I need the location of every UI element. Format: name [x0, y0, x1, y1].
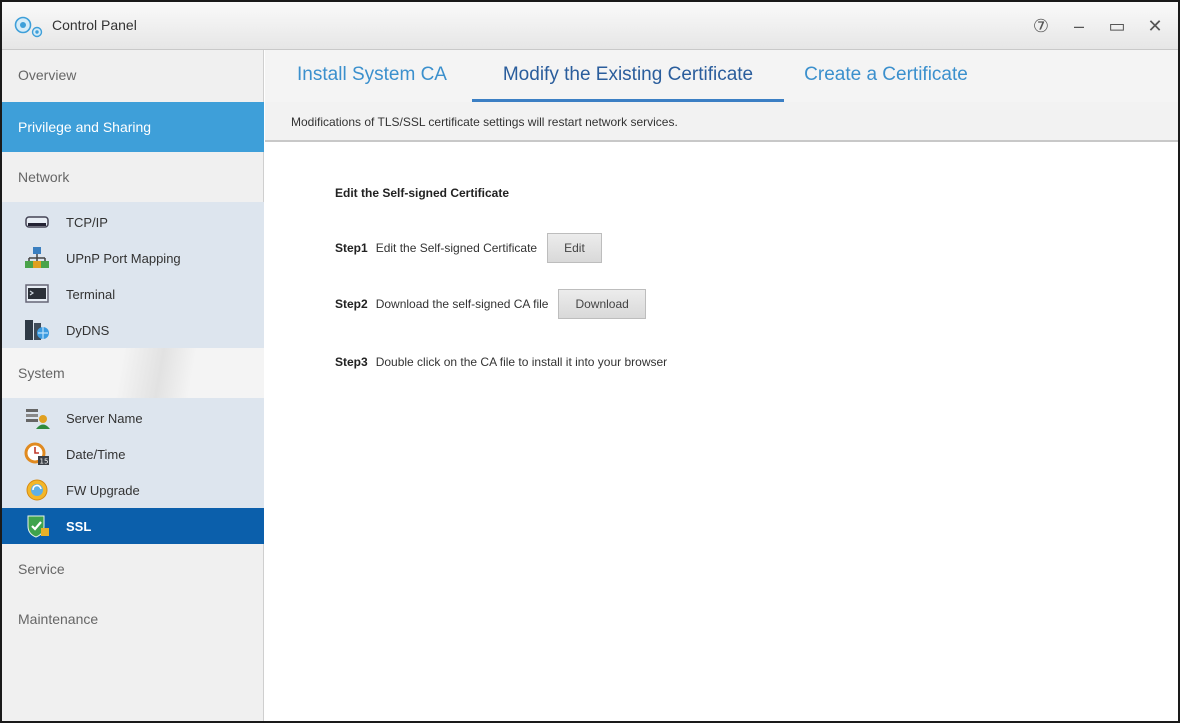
main-panel: Install System CA Modify the Existing Ce… [265, 50, 1178, 721]
sidebar-item-system[interactable]: System [2, 348, 264, 398]
control-panel-logo-icon [14, 16, 43, 38]
minimize-icon[interactable]: – [1064, 12, 1094, 40]
dydns-icon [25, 320, 49, 340]
restart-notice: Modifications of TLS/SSL certificate set… [265, 102, 1178, 142]
sidebar-item-maintenance[interactable]: Maintenance [2, 594, 264, 644]
edit-button[interactable]: Edit [547, 233, 602, 263]
date-time-icon: 15 [24, 442, 49, 466]
tab-install-system-ca[interactable]: Install System CA [277, 50, 467, 102]
sidebar-item-label: Maintenance [18, 611, 99, 627]
sidebar-item-label: TCP/IP [66, 214, 108, 230]
download-button[interactable]: Download [558, 289, 646, 319]
sidebar: Overview Privilege and Sharing Network T… [2, 50, 264, 721]
sidebar-item-dydns[interactable]: DyDNS [2, 312, 264, 348]
control-panel-window: Control Panel ⑦ – ▭ ✕ Overview Privilege… [0, 0, 1180, 723]
help-icon[interactable]: ⑦ [1026, 12, 1056, 40]
close-icon[interactable]: ✕ [1140, 12, 1170, 40]
ssl-shield-icon [27, 515, 49, 538]
step-text: Double click on the CA file to install i… [375, 355, 668, 369]
terminal-icon [25, 284, 49, 303]
sidebar-item-overview[interactable]: Overview [2, 50, 264, 100]
sidebar-item-label: Privilege and Sharing [18, 119, 152, 135]
svg-text:15: 15 [40, 458, 49, 466]
sidebar-item-ssl[interactable]: SSL [2, 508, 264, 544]
sidebar-item-service[interactable]: Service [2, 544, 264, 594]
sidebar-item-label: FW Upgrade [66, 482, 140, 498]
sidebar-item-label: Date/Time [66, 446, 126, 462]
sidebar-item-terminal[interactable]: Terminal [2, 276, 264, 312]
maximize-icon[interactable]: ▭ [1102, 12, 1132, 40]
network-submenu: TCP/IP UPnP Port Mapping Terminal DyDNS [2, 202, 264, 348]
step-text: Edit the Self-signed Certificate [375, 241, 538, 255]
network-card-icon [25, 216, 49, 228]
step-label: Step2 [335, 297, 368, 311]
sidebar-item-label: DyDNS [66, 322, 110, 338]
sidebar-item-label: Server Name [66, 410, 143, 426]
sidebar-item-label: UPnP Port Mapping [66, 250, 181, 266]
sidebar-item-label: System [18, 365, 65, 381]
section-title: Edit the Self-signed Certificate [335, 186, 510, 200]
tab-bar: Install System CA Modify the Existing Ce… [265, 50, 1178, 102]
step-row: Step3 Double click on the CA file to ins… [335, 347, 677, 377]
fw-upgrade-icon [26, 479, 48, 501]
sidebar-item-date-time[interactable]: 15 Date/Time [2, 436, 264, 472]
step-label: Step1 [335, 241, 368, 255]
sidebar-item-tcpip[interactable]: TCP/IP [2, 204, 264, 240]
sidebar-item-server-name[interactable]: Server Name [2, 400, 264, 436]
step-row: Step2 Download the self-signed CA file D… [335, 289, 646, 319]
step-label: Step3 [335, 355, 368, 369]
sidebar-item-label: Service [18, 561, 65, 577]
sidebar-item-label: SSL [66, 518, 92, 534]
upnp-network-icon [25, 247, 49, 268]
window-title: Control Panel [52, 17, 137, 33]
sidebar-item-fw-upgrade[interactable]: FW Upgrade [2, 472, 264, 508]
title-bar: Control Panel ⑦ – ▭ ✕ [2, 2, 1178, 50]
sidebar-item-label: Overview [18, 67, 77, 83]
certificate-content: Edit the Self-signed Certificate Step1 E… [265, 144, 1178, 721]
sidebar-item-label: Network [18, 169, 70, 185]
step-text: Download the self-signed CA file [375, 297, 549, 311]
server-name-icon [26, 409, 50, 429]
tab-modify-existing-certificate[interactable]: Modify the Existing Certificate [472, 50, 784, 102]
sidebar-item-upnp-port-mapping[interactable]: UPnP Port Mapping [2, 240, 264, 276]
window-controls: ⑦ – ▭ ✕ [1026, 12, 1170, 40]
system-submenu: Server Name 15 Date/Time FW Upgrade SSL [2, 398, 264, 544]
sidebar-item-label: Terminal [66, 286, 116, 302]
sidebar-item-network[interactable]: Network [2, 152, 264, 202]
tab-create-certificate[interactable]: Create a Certificate [791, 50, 981, 102]
step-row: Step1 Edit the Self-signed Certificate E… [335, 233, 602, 263]
sidebar-item-privilege-and-sharing[interactable]: Privilege and Sharing [2, 102, 264, 152]
